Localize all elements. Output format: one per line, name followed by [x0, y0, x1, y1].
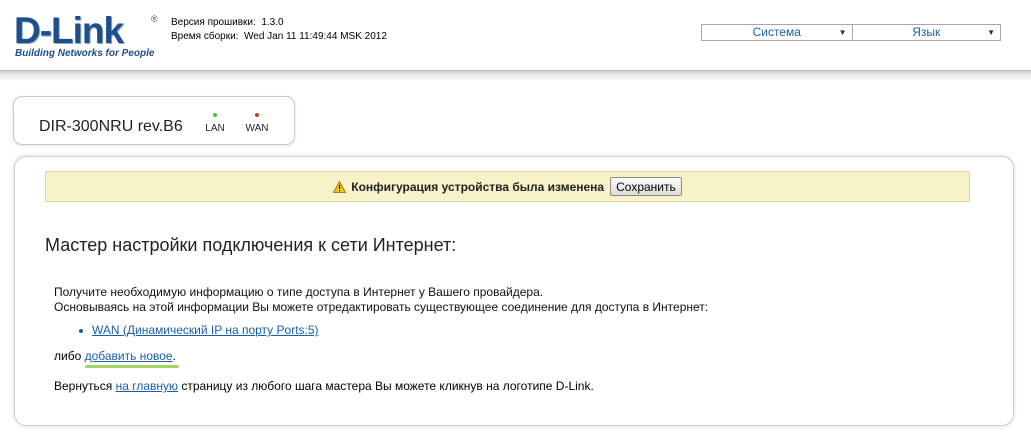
lan-status-dot	[213, 113, 217, 117]
firmware-label: Версия прошивки:	[171, 17, 256, 28]
wizard-description: Получите необходимую информацию о типе д…	[54, 285, 708, 315]
chevron-down-icon: ▼	[987, 28, 995, 37]
device-model: DIR-300NRU rev.B6	[39, 118, 183, 135]
save-button[interactable]: Сохранить	[610, 177, 682, 196]
wan-status-dot	[255, 113, 259, 117]
config-changed-notice: Конфигурация устройства была изменена Со…	[45, 171, 970, 202]
firmware-version: 1.3.0	[261, 17, 284, 28]
wan-label: WAN	[245, 123, 269, 134]
back-home-line: Вернуться на главную страницу из любого …	[54, 379, 594, 393]
main-panel: Конфигурация устройства была изменена Со…	[14, 156, 1014, 426]
logo-tagline: Building Networks for People	[15, 48, 155, 59]
home-link[interactable]: на главную	[116, 379, 178, 393]
menu-language-label: Язык	[912, 25, 941, 39]
build-time: Wed Jan 11 11:49:44 MSK 2012	[244, 31, 387, 42]
add-new-line: либо добавить новое.	[54, 349, 176, 363]
bullet-icon	[79, 328, 83, 333]
back-prefix: Вернуться	[54, 379, 113, 393]
notice-text: Конфигурация устройства была изменена	[351, 179, 605, 194]
device-tab: DIR-300NRU rev.B6 LAN WAN	[13, 96, 295, 145]
link-highlight	[85, 365, 179, 368]
top-menu: Система ▼ Язык ▼	[701, 24, 1001, 41]
dlink-logo[interactable]: D-Link ® Building Networks for People	[14, 10, 158, 60]
logo-wordmark: D-Link	[14, 10, 124, 51]
description-line-1: Получите необходимую информацию о типе д…	[54, 285, 544, 299]
build-label: Время сборки:	[171, 31, 239, 42]
or-suffix: .	[172, 349, 176, 363]
lan-label: LAN	[205, 123, 225, 134]
connection-list-item: WAN (Динамический IP на порту Ports:5)	[79, 323, 319, 337]
page-title: Мастер настройки подключения к сети Инте…	[45, 235, 457, 255]
header: D-Link ® Building Networks for People Ве…	[0, 0, 1031, 74]
or-prefix: либо	[54, 349, 82, 363]
menu-system[interactable]: Система ▼	[702, 25, 852, 40]
back-suffix: страницу из любого шага мастера Вы может…	[181, 379, 594, 393]
menu-system-label: Система	[752, 25, 801, 39]
description-line-2: Основываясь на этой информации Вы можете…	[54, 300, 709, 314]
chevron-down-icon: ▼	[838, 28, 847, 37]
warning-icon	[333, 180, 347, 193]
menu-language[interactable]: Язык ▼	[851, 25, 1001, 40]
firmware-info: Версия прошивки: 1.3.0 Время сборки: Wed…	[171, 16, 387, 44]
lan-indicator: LAN	[200, 113, 230, 134]
logo-trademark: ®	[151, 14, 158, 24]
header-divider	[0, 70, 1031, 80]
wan-indicator: WAN	[242, 113, 272, 134]
wan-connection-link[interactable]: WAN (Динамический IP на порту Ports:5)	[92, 323, 319, 337]
add-new-link[interactable]: добавить новое	[85, 349, 173, 363]
